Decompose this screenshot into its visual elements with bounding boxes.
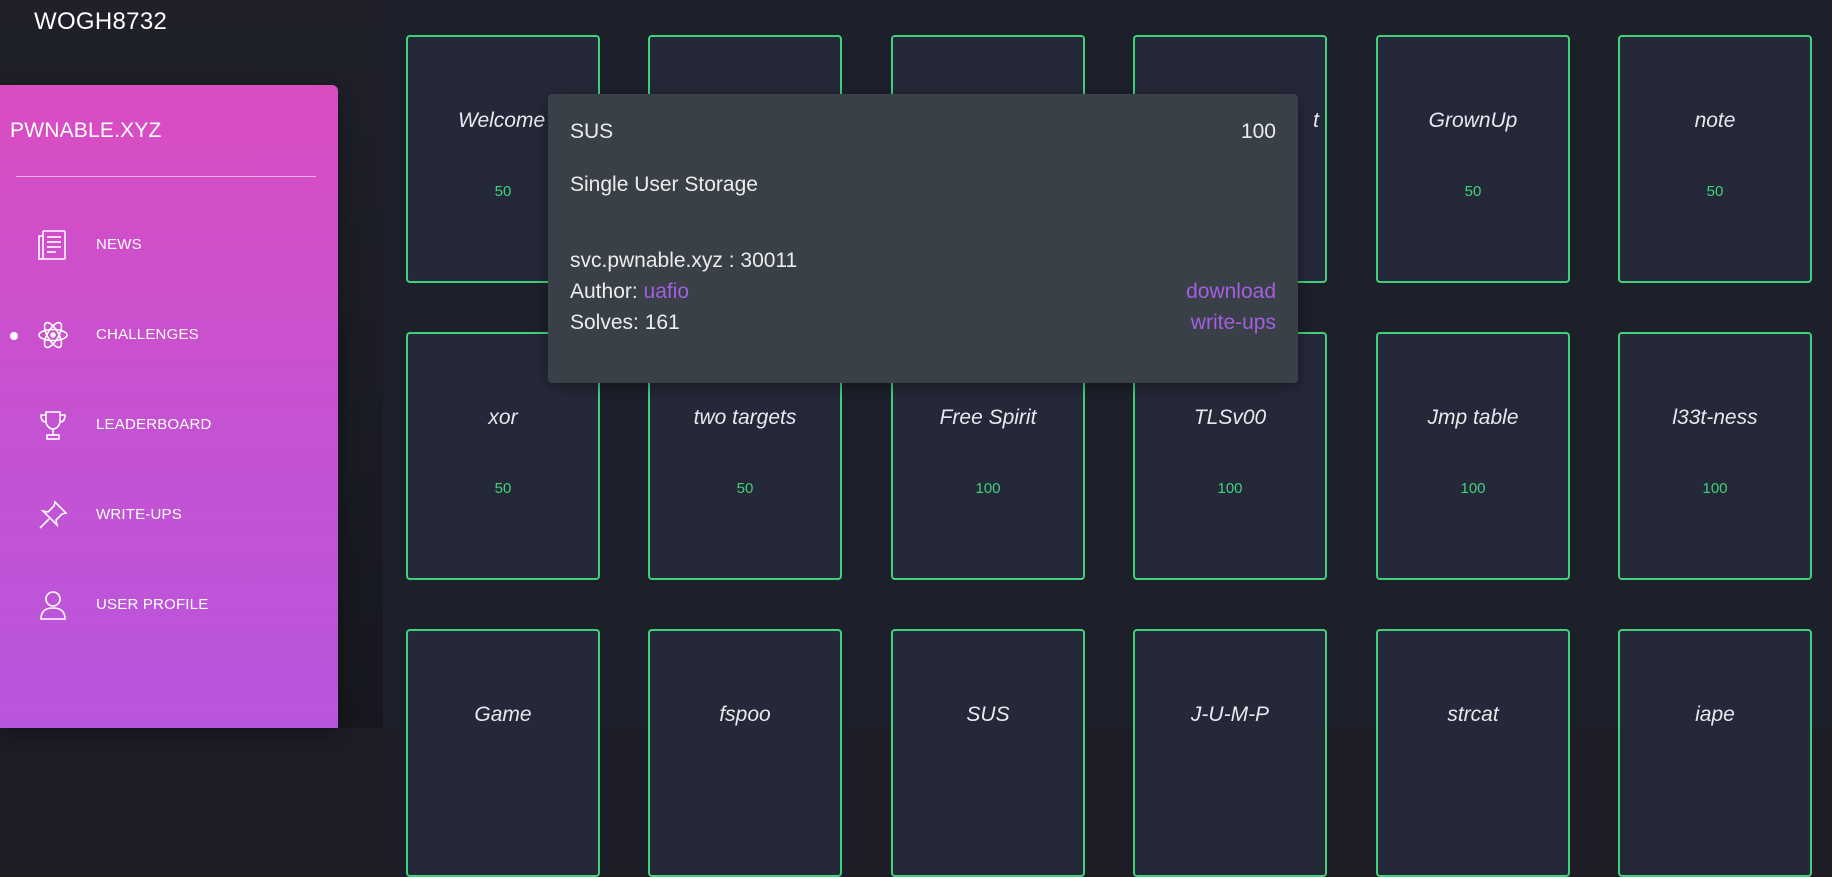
challenge-points: 50 [1706,183,1724,200]
challenge-tooltip: SUS 100 Single User Storage svc.pwnable.… [548,94,1298,383]
trophy-icon [40,411,66,440]
challenge-title: iape [1695,703,1735,726]
challenge-title: J-U-M-P [1190,703,1270,726]
tooltip-author-line: Author: uafio [570,280,689,304]
sidebar: PWNABLE.XYZ NEWS CHALLENGES LEADERBOARD … [0,85,338,728]
challenge-title: Jmp table [1427,406,1519,429]
challenge-points: 50 [1464,183,1482,200]
challenge-title: xor [488,406,518,429]
challenge-title: t [1313,109,1319,132]
news-icon [38,230,66,260]
challenge-card[interactable]: Game [406,629,600,877]
active-indicator [10,332,18,340]
challenge-card[interactable]: J-U-M-P [1133,629,1327,877]
challenge-title: l33t-ness [1672,406,1758,429]
tooltip-challenge-points: 100 [1240,120,1276,143]
challenge-title: note [1694,109,1736,132]
challenge-points: 100 [1702,480,1728,497]
sidebar-item-label: NEWS [96,236,142,253]
challenge-card[interactable]: l33t-ness 100 [1618,332,1812,580]
brand-divider [16,176,316,177]
challenge-points: 50 [494,480,512,497]
tooltip-service-address: svc.pwnable.xyz : 30011 [570,249,798,272]
challenge-title: strcat [1447,703,1499,726]
challenge-title: SUS [966,703,1010,726]
sidebar-item-news[interactable]: NEWS [0,215,338,275]
download-link[interactable]: download [1186,280,1276,304]
sidebar-item-label: WRITE-UPS [96,506,182,523]
challenge-card[interactable]: note 50 [1618,35,1812,283]
challenge-points: 100 [975,480,1001,497]
sidebar-item-challenges[interactable]: CHALLENGES [0,305,338,365]
pin-icon [39,500,68,529]
challenge-card[interactable]: iape [1618,629,1812,877]
sidebar-item-write-ups[interactable]: WRITE-UPS [0,485,338,545]
tooltip-solves-count: Solves: 161 [570,311,680,334]
username-label: WOGH8732 [34,8,168,35]
brand-logo-text[interactable]: PWNABLE.XYZ [10,119,162,143]
challenge-points: 50 [736,480,754,497]
challenge-title: two targets [693,406,797,429]
challenge-title: Free Spirit [939,406,1037,429]
challenge-points: 100 [1460,480,1486,497]
challenge-points: 100 [1217,480,1243,497]
challenge-card[interactable]: fspoo [648,629,842,877]
challenge-card[interactable]: Jmp table 100 [1376,332,1570,580]
challenge-title: GrownUp [1428,109,1518,132]
sidebar-item-user-profile[interactable]: USER PROFILE [0,575,338,635]
challenge-title: fspoo [719,703,771,726]
tooltip-author-label: Author: [570,280,644,303]
tooltip-challenge-name: SUS [570,120,614,143]
tooltip-description: Single User Storage [570,173,758,196]
write-ups-link[interactable]: write-ups [1191,311,1276,335]
challenge-card[interactable]: GrownUp 50 [1376,35,1570,283]
challenge-card[interactable]: strcat [1376,629,1570,877]
sidebar-item-label: LEADERBOARD [96,416,212,433]
sidebar-item-label: CHALLENGES [96,326,199,343]
challenge-title: Game [474,703,532,726]
sidebar-item-leaderboard[interactable]: LEADERBOARD [0,395,338,455]
atom-icon [38,321,68,349]
sidebar-item-label: USER PROFILE [96,596,209,613]
tooltip-author-link[interactable]: uafio [644,280,690,303]
challenge-card[interactable]: SUS [891,629,1085,877]
user-icon [40,591,66,620]
challenge-title: TLSv00 [1193,406,1267,429]
